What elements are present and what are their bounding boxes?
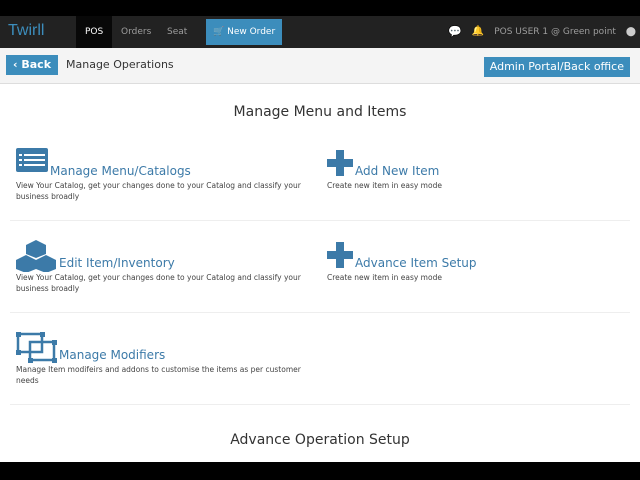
list-icon — [16, 148, 48, 172]
nav-seat[interactable]: Seat — [158, 16, 196, 48]
back-button[interactable]: ‹ Back — [6, 55, 59, 75]
admin-portal-button[interactable]: Admin Portal/Back office — [483, 57, 630, 77]
divider — [10, 404, 630, 405]
bell-icon[interactable]: 🔔 — [472, 16, 484, 48]
cart-icon: 🛒 — [213, 27, 225, 37]
logo[interactable]: Twirll — [8, 22, 44, 40]
chat-icon[interactable]: 💬 — [448, 16, 462, 48]
nav-orders[interactable]: Orders — [112, 16, 160, 48]
page-title: Manage Operations — [66, 58, 174, 71]
section-heading: Manage Menu and Items — [233, 104, 407, 120]
new-order-button[interactable]: 🛒 New Order — [206, 19, 283, 45]
section-heading: Advance Operation Setup — [230, 432, 410, 448]
nav-pos[interactable]: POS — [76, 16, 113, 48]
divider — [10, 220, 630, 221]
cubes-icon — [16, 240, 56, 272]
top-navbar: Twirll POS Orders Seat 🛒 New Order 💬 🔔 P… — [0, 16, 640, 48]
plus-icon — [327, 242, 353, 268]
map-marker-icon: ⬤ — [625, 27, 636, 37]
sub-header: ‹ Back Manage Operations Admin Portal/Ba… — [0, 48, 640, 84]
modifiers-icon — [16, 332, 57, 363]
divider — [10, 312, 630, 313]
user-location[interactable]: POS USER 1 @ Green point — [494, 16, 616, 48]
plus-icon — [327, 150, 353, 176]
main-content: Manage Menu and Items Manage Menu/Catalo… — [0, 84, 640, 462]
letterbox-bar — [0, 462, 640, 480]
